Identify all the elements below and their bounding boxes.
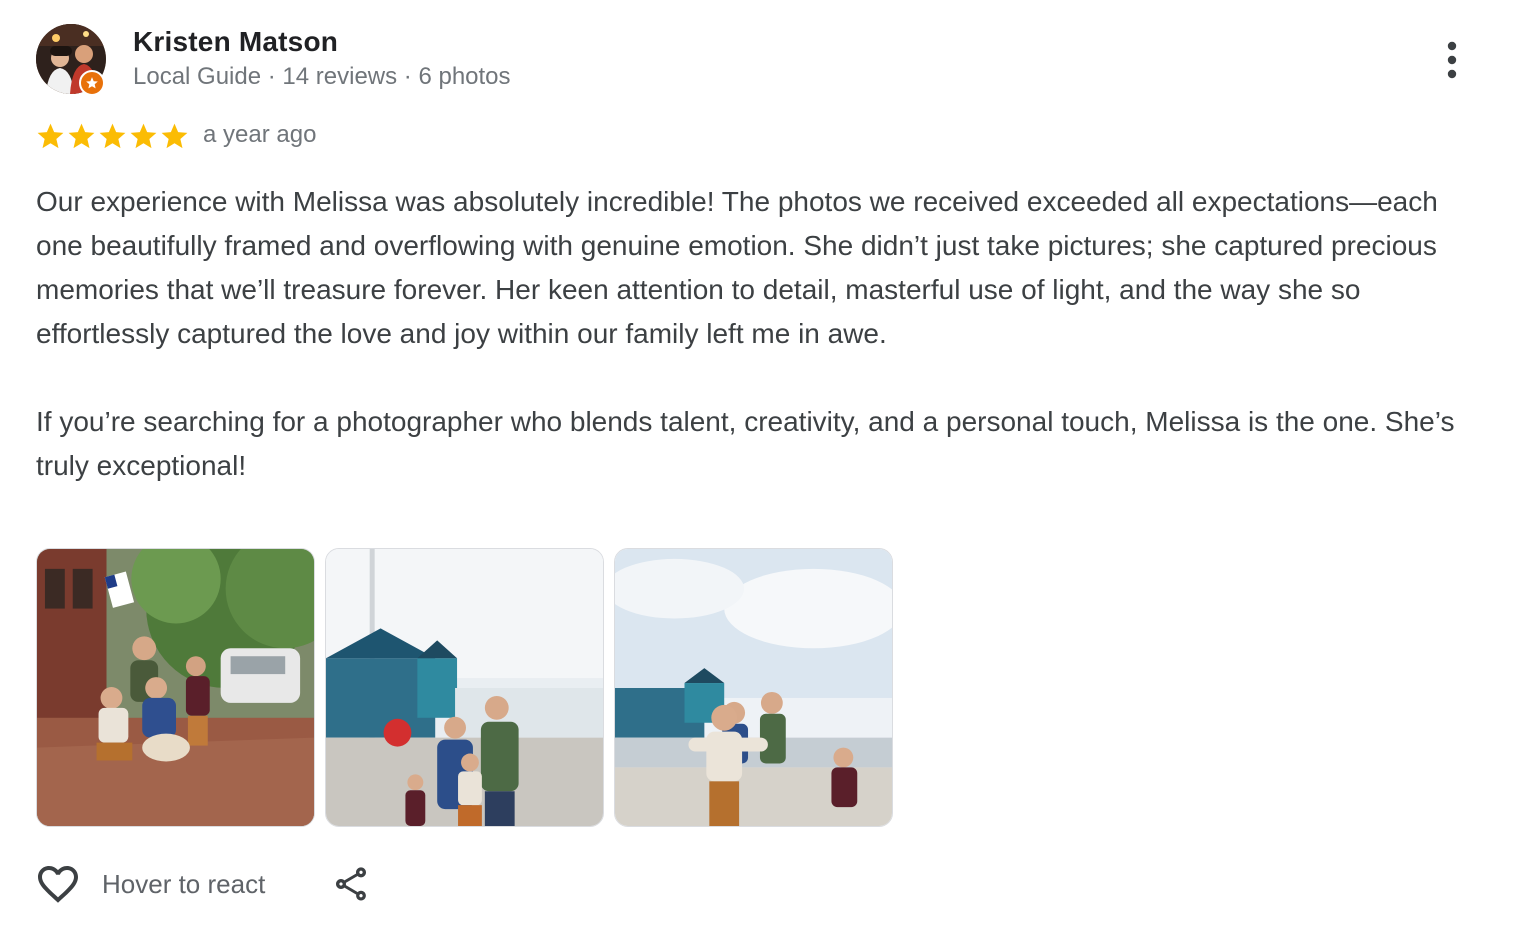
review-paragraph: Our experience with Melissa was absolute…	[36, 186, 1438, 349]
review-date: a year ago	[203, 121, 317, 148]
local-guide-badge	[79, 70, 105, 96]
react-button[interactable]: Hover to react	[34, 860, 265, 908]
react-label: Hover to react	[102, 868, 266, 899]
star-icon	[37, 123, 64, 149]
star-icon	[68, 123, 95, 149]
star-icon	[130, 123, 157, 149]
star-icon	[161, 123, 188, 149]
review-photos	[36, 548, 893, 827]
review-paragraph: If you’re searching for a photographer w…	[36, 406, 1455, 481]
share-button[interactable]	[327, 860, 375, 908]
reviewer-meta[interactable]: Local Guide · 14 reviews · 6 photos	[133, 63, 511, 91]
review-card: Kristen Matson Local Guide · 14 reviews …	[0, 0, 1513, 949]
more-vert-icon	[1447, 41, 1457, 79]
review-photo-2[interactable]	[325, 548, 604, 827]
review-actions: Hover to react	[34, 860, 375, 908]
star-icon	[99, 123, 126, 149]
more-options-button[interactable]	[1430, 36, 1474, 84]
share-icon	[336, 867, 367, 901]
review-photo-3[interactable]	[614, 548, 893, 827]
heart-outline-icon	[38, 866, 78, 903]
photo-family-pier	[615, 549, 892, 826]
photo-family-harbor	[326, 549, 603, 826]
review-photo-1[interactable]	[36, 548, 315, 827]
photo-family-street	[37, 549, 314, 826]
review-text: Our experience with Melissa was absolute…	[36, 180, 1486, 488]
reviewer-name[interactable]: Kristen Matson	[133, 26, 338, 58]
star-rating	[35, 121, 190, 152]
local-guide-star-icon	[86, 77, 98, 89]
